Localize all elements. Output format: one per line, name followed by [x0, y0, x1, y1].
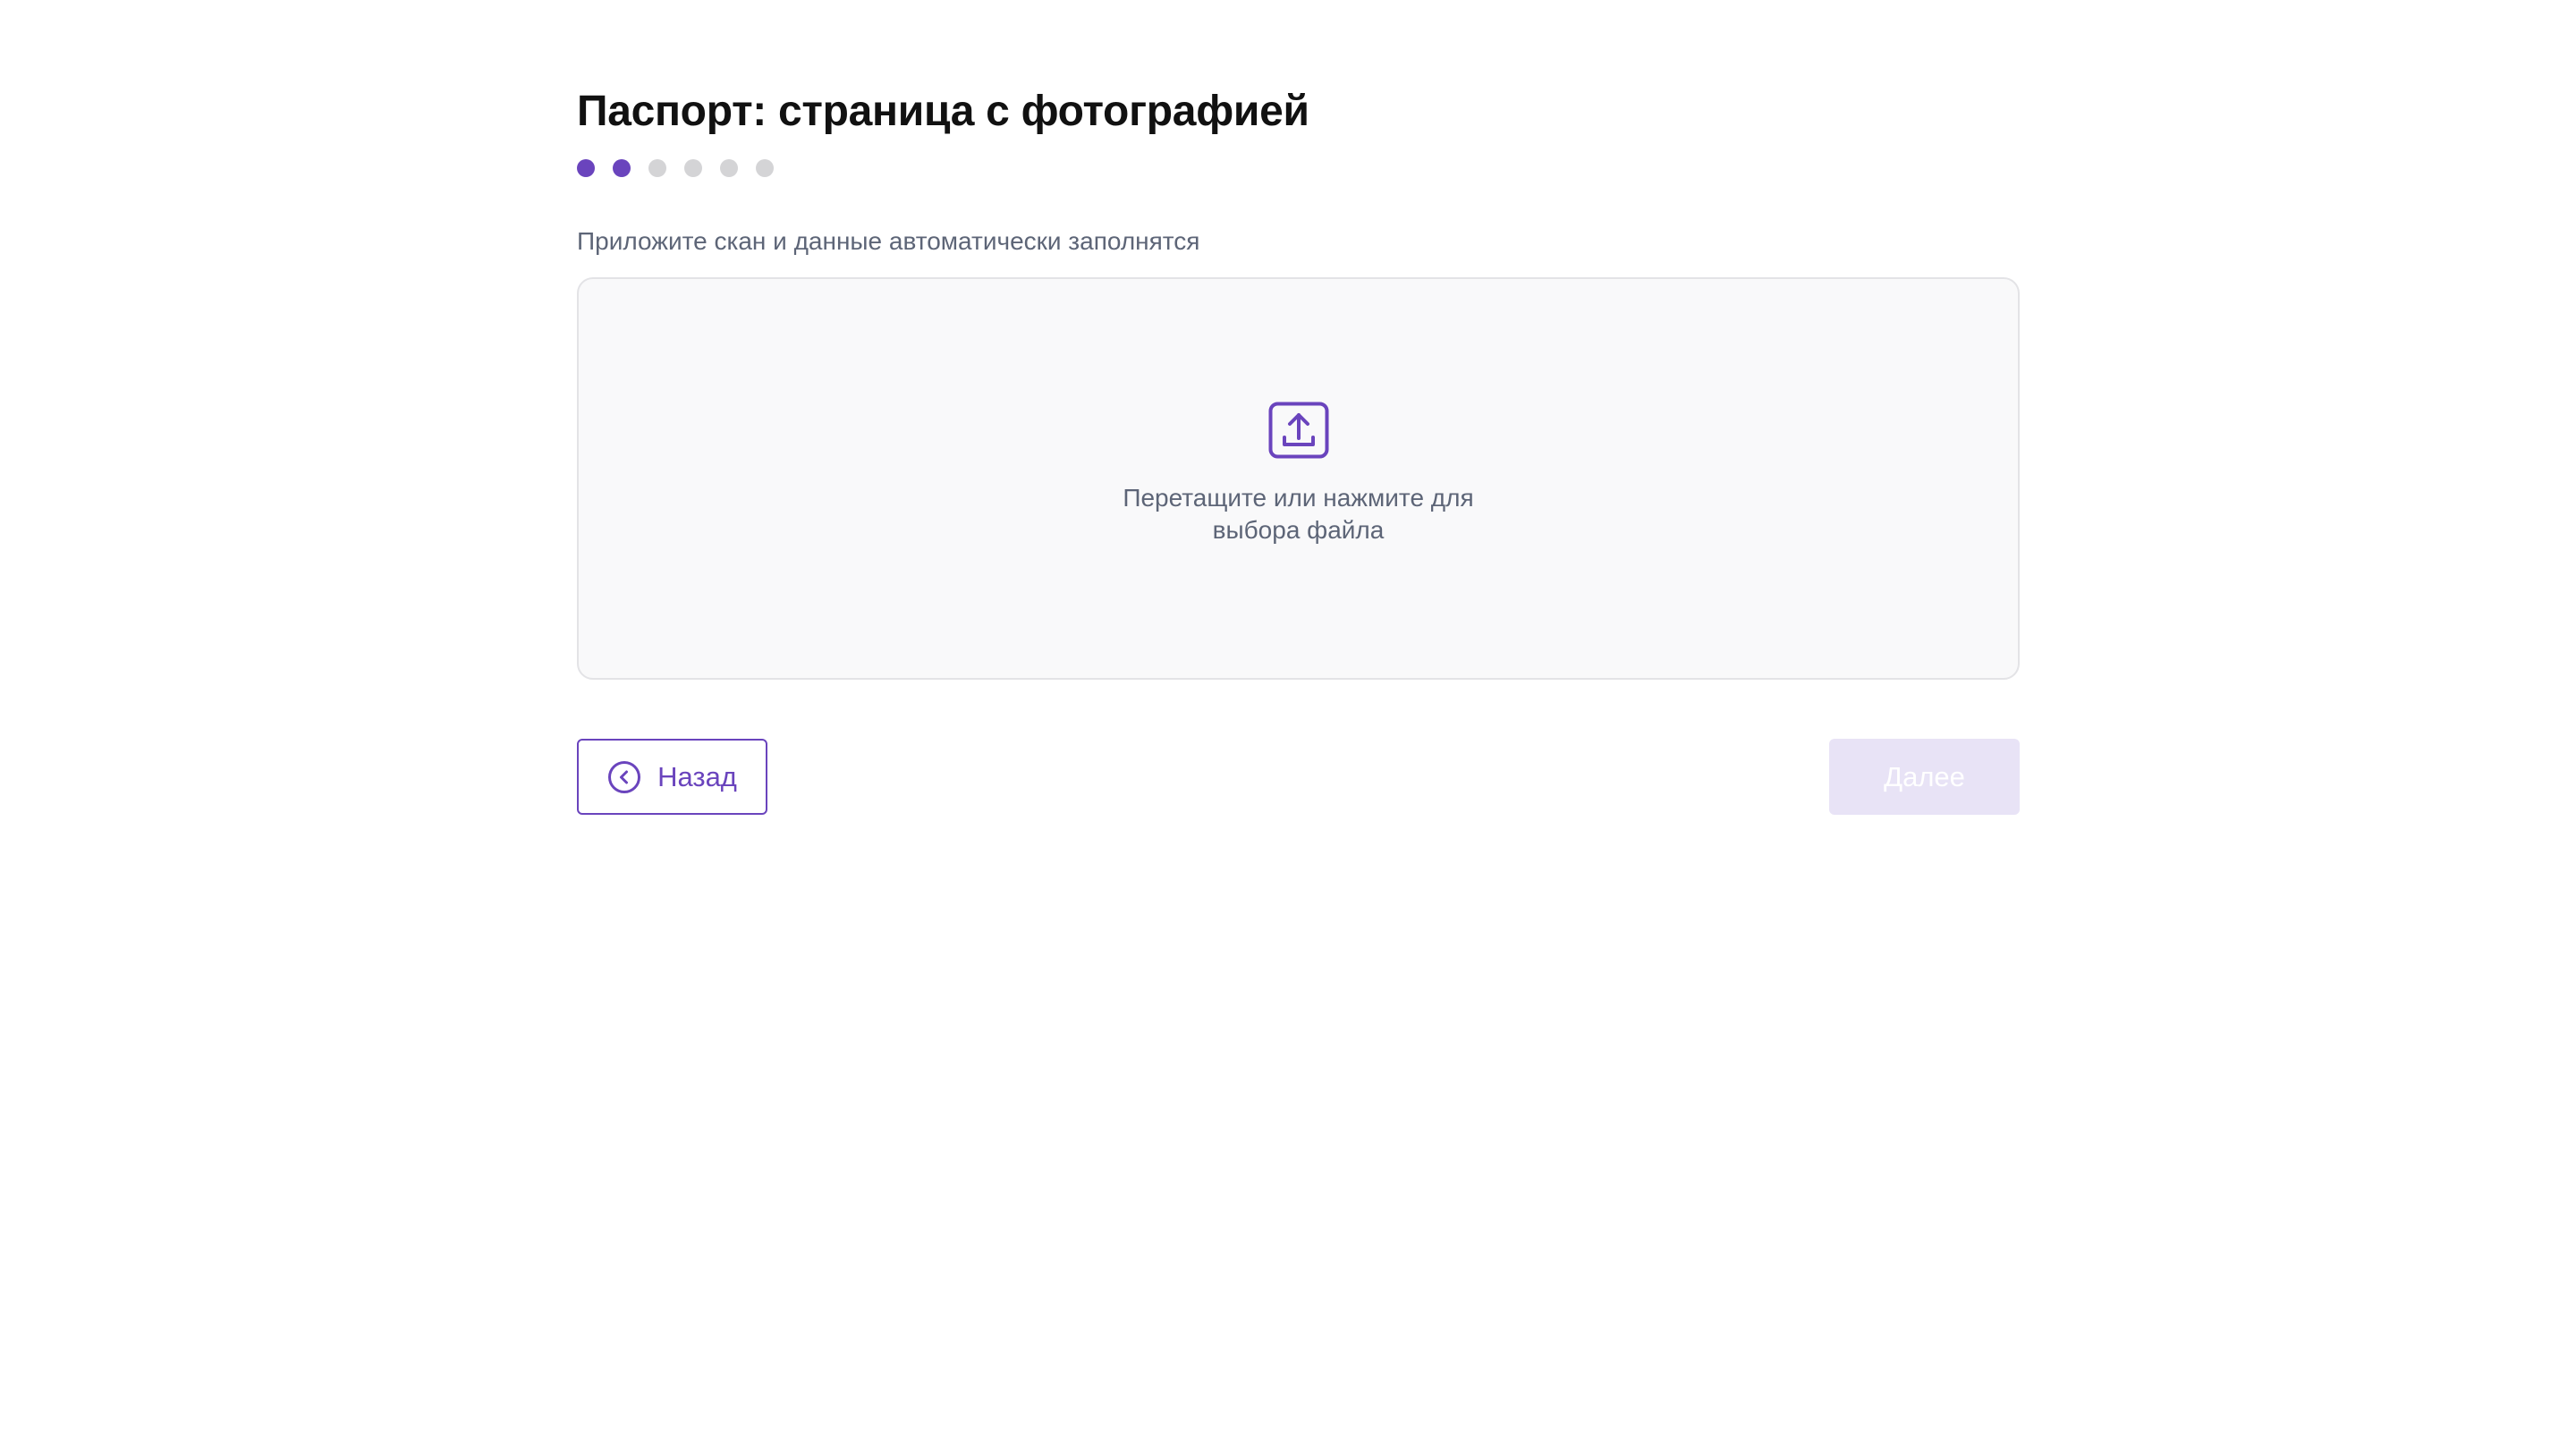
step-dot-5: [720, 159, 738, 177]
step-dot-4: [684, 159, 702, 177]
page: Паспорт: страница с фотографией Приложит…: [0, 0, 2576, 1431]
next-button[interactable]: Далее: [1829, 739, 2020, 815]
passport-upload-form: Паспорт: страница с фотографией Приложит…: [577, 85, 2020, 816]
file-dropzone[interactable]: Перетащите или нажмите для выбора файла: [577, 277, 2020, 680]
step-dot-2: [613, 159, 631, 177]
step-progress: [577, 159, 2020, 177]
upload-icon: [1268, 402, 1328, 459]
dropzone-text: Перетащите или нажмите для выбора файла: [1123, 482, 1473, 546]
upload-hint: Приложите скан и данные автоматически за…: [577, 227, 1200, 255]
dropzone-text-line-1: Перетащите или нажмите для: [1123, 484, 1474, 512]
step-dot-1: [577, 159, 595, 177]
back-button[interactable]: Назад: [577, 739, 767, 815]
chevron-left-circle-icon: [608, 760, 641, 793]
page-title: Паспорт: страница с фотографией: [577, 88, 1309, 135]
step-dot-3: [648, 159, 666, 177]
step-dot-6: [756, 159, 774, 177]
dropzone-text-line-2: выбора файла: [1212, 516, 1385, 544]
form-actions: Назад Далее: [577, 739, 2020, 816]
back-button-label: Назад: [657, 760, 737, 792]
